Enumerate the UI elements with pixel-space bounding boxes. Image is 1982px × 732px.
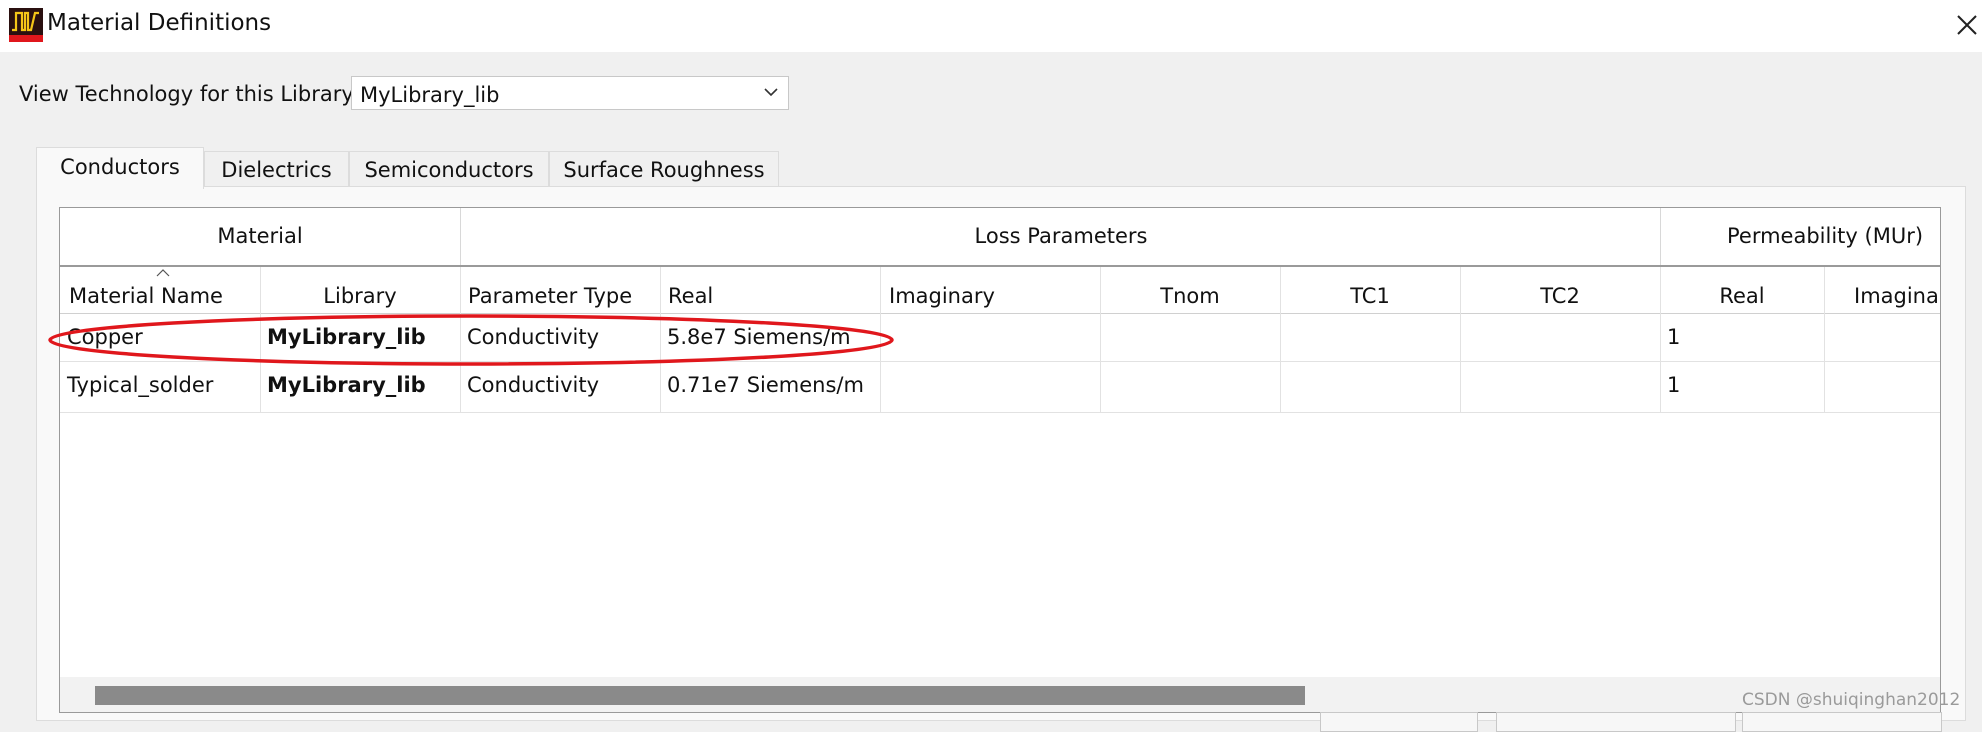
cell-mur-real[interactable]: 1 [1660,362,1824,409]
library-dropdown[interactable]: MyLibrary_lib [351,76,789,110]
dialog-button[interactable] [1742,712,1942,732]
cell-tc2[interactable] [1460,362,1660,409]
dialog-button[interactable] [1320,712,1478,732]
cell-material-name[interactable]: Typical_solder [60,362,260,409]
group-header-permeability: Permeability (MUr) [1661,208,1940,265]
tab-dielectrics[interactable]: Dielectrics [204,151,349,187]
group-header-loss-parameters: Loss Parameters [461,208,1661,265]
title-bar: Material Definitions [0,0,1982,52]
cell-tc1[interactable] [1280,314,1460,361]
cell-library[interactable]: MyLibrary_lib [260,362,460,409]
close-icon[interactable] [1952,10,1980,38]
materials-table: Material Loss Parameters Permeability (M… [59,207,1941,713]
scrollbar-thumb[interactable] [95,686,1305,705]
cell-loss-imaginary[interactable] [880,362,1100,409]
cell-tnom[interactable] [1100,362,1280,409]
window-title: Material Definitions [47,10,272,36]
group-header-material: Material [60,208,460,265]
column-header-parameter-type[interactable]: Parameter Type [460,267,660,313]
column-header-mur-real[interactable]: Real [1660,267,1824,313]
chevron-down-icon [764,88,778,97]
horizontal-scrollbar[interactable] [60,677,1940,712]
column-header-mur-imaginary[interactable]: Imagina [1824,267,1940,313]
cell-mur-imaginary[interactable] [1824,362,1940,409]
column-header-loss-imaginary[interactable]: Imaginary [880,267,1100,313]
app-icon [9,8,43,42]
column-header-loss-real[interactable]: Real [660,267,880,313]
column-header-tc2[interactable]: TC2 [1460,267,1660,313]
dialog-button[interactable] [1496,712,1736,732]
cell-parameter-type[interactable]: Conductivity [460,362,660,409]
sort-ascending-icon [156,269,170,277]
tab-conductors[interactable]: Conductors [36,147,204,189]
library-dropdown-value: MyLibrary_lib [360,83,500,107]
cell-loss-imaginary[interactable] [880,314,1100,361]
cell-tnom[interactable] [1100,314,1280,361]
library-label: View Technology for this Library: [19,82,360,106]
watermark: CSDN @shuiqinghan2012 [1742,690,1961,710]
cell-loss-real[interactable]: 0.71e7 Siemens/m [660,362,880,409]
column-header-tc1[interactable]: TC1 [1280,267,1460,313]
cell-mur-imaginary[interactable] [1824,314,1940,361]
cell-tc1[interactable] [1280,362,1460,409]
column-header-tnom[interactable]: Tnom [1100,267,1280,313]
cell-mur-real[interactable]: 1 [1660,314,1824,361]
highlight-ellipse [48,314,894,366]
tab-surface-roughness[interactable]: Surface Roughness [549,151,779,187]
tab-semiconductors[interactable]: Semiconductors [349,151,549,187]
column-header-library[interactable]: Library [260,267,460,313]
cell-tc2[interactable] [1460,314,1660,361]
